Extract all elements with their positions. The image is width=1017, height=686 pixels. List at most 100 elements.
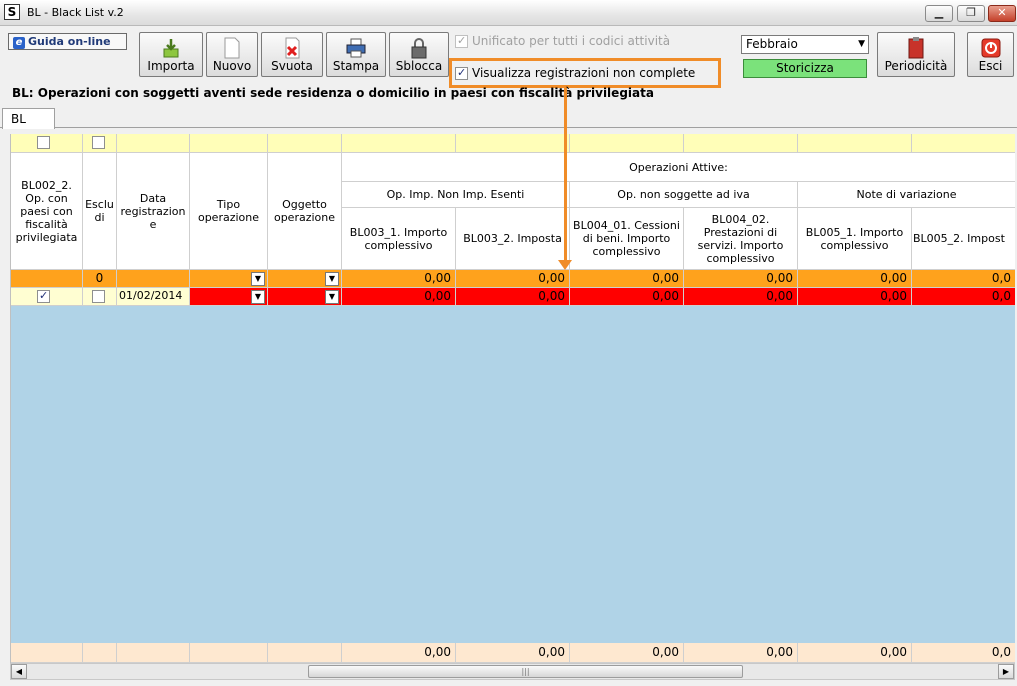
import-icon xyxy=(163,39,179,58)
chevron-down-icon[interactable]: ▼ xyxy=(325,272,339,286)
data-grid[interactable]: BL002_2. Op. con paesi con fiscalità pri… xyxy=(10,134,1015,663)
total-cell xyxy=(11,270,83,288)
total-count: 0 xyxy=(83,270,117,288)
chevron-down-icon[interactable]: ▼ xyxy=(251,290,265,304)
exit-icon xyxy=(981,38,1000,58)
printer-icon xyxy=(346,38,366,58)
total-oggetto-cell[interactable]: ▼ xyxy=(268,270,342,288)
header-group-note-variazione: Note di variazione xyxy=(798,182,1015,208)
unificato-label: Unificato per tutti i codici attività xyxy=(472,34,671,48)
footer-value: 0,00 xyxy=(570,643,684,663)
total-value: 0,00 xyxy=(798,270,912,288)
total-value: 0,00 xyxy=(456,270,570,288)
guida-label: Guida on-line xyxy=(28,35,111,48)
filter-cell xyxy=(798,134,912,153)
nuovo-label: Nuovo xyxy=(212,59,252,73)
row-value[interactable]: 0,00 xyxy=(684,288,798,306)
row-select-checkbox[interactable] xyxy=(37,289,50,303)
filter-cell xyxy=(117,134,190,153)
table-row-escludi-cell xyxy=(83,288,117,306)
header-bl003-2[interactable]: BL003_2. Imposta xyxy=(456,208,570,270)
row-value[interactable]: 0,0 xyxy=(912,288,1015,306)
filter-cell xyxy=(190,134,268,153)
header-escludi[interactable]: Esclu di xyxy=(83,153,117,270)
importa-label: Importa xyxy=(147,59,195,73)
footer-cell xyxy=(190,643,268,663)
footer-cell xyxy=(117,643,190,663)
book-icon xyxy=(908,37,924,59)
footer-cell xyxy=(11,643,83,663)
sblocca-label: Sblocca xyxy=(395,59,443,73)
row-date[interactable]: 01/02/2014 xyxy=(117,288,190,306)
sblocca-button[interactable]: Sblocca xyxy=(389,32,449,77)
unificato-checkbox[interactable] xyxy=(455,34,468,48)
guida-online-button[interactable]: e Guida on-line xyxy=(8,33,127,50)
header-group-esenti: Op. Imp. Non Imp. Esenti xyxy=(342,182,570,208)
footer-value: 0,00 xyxy=(684,643,798,663)
row-escludi-checkbox[interactable] xyxy=(92,290,105,303)
footer-value: 0,00 xyxy=(456,643,570,663)
footer-value: 0,0 xyxy=(912,643,1015,663)
minimize-button[interactable]: ▁ xyxy=(925,5,953,22)
scroll-left-icon[interactable]: ◀ xyxy=(11,664,27,679)
scroll-right-icon[interactable]: ▶ xyxy=(998,664,1014,679)
header-bl004-02[interactable]: BL004_02. Prestazioni di servizi. Import… xyxy=(684,208,798,270)
select-all-escludi-checkbox[interactable] xyxy=(92,136,105,149)
header-bl005-1[interactable]: BL005_1. Importo complessivo xyxy=(798,208,912,270)
unificato-option[interactable]: Unificato per tutti i codici attività xyxy=(455,34,670,48)
header-group-non-soggette: Op. non soggette ad iva xyxy=(570,182,798,208)
app-logo-icon: S xyxy=(4,4,20,20)
header-bl003-1[interactable]: BL003_1. Importo complessivo xyxy=(342,208,456,270)
footer-value: 0,00 xyxy=(798,643,912,663)
periodicita-button[interactable]: Periodicità xyxy=(877,32,955,77)
month-value: Febbraio xyxy=(746,37,798,51)
window-title: BL - Black List v.2 xyxy=(27,6,124,19)
total-cell xyxy=(117,270,190,288)
total-tipo-cell[interactable]: ▼ xyxy=(190,270,268,288)
periodicita-label: Periodicità xyxy=(884,59,948,73)
row-value[interactable]: 0,00 xyxy=(570,288,684,306)
chevron-down-icon[interactable]: ▼ xyxy=(325,290,339,304)
month-select[interactable]: Febbraio ▼ xyxy=(741,35,869,54)
tab-strip: BL xyxy=(0,107,1017,129)
header-bl002[interactable]: BL002_2. Op. con paesi con fiscalità pri… xyxy=(11,153,83,270)
svuota-button[interactable]: Svuota xyxy=(261,32,323,77)
header-tipo-operazione[interactable]: Tipo operazione xyxy=(190,153,268,270)
footer-cell xyxy=(268,643,342,663)
horizontal-scrollbar[interactable]: ◀ ||| ▶ xyxy=(10,663,1015,680)
select-all-checkbox[interactable] xyxy=(37,136,50,149)
footer-cell xyxy=(83,643,117,663)
stampa-button[interactable]: Stampa xyxy=(326,32,386,77)
importa-button[interactable]: Importa xyxy=(139,32,203,77)
esci-label: Esci xyxy=(978,59,1003,73)
scroll-thumb[interactable]: ||| xyxy=(308,665,743,678)
esci-button[interactable]: Esci xyxy=(967,32,1014,77)
chevron-down-icon[interactable]: ▼ xyxy=(251,272,265,286)
new-document-icon xyxy=(224,37,240,59)
chevron-down-icon: ▼ xyxy=(858,39,865,49)
title-bar: S BL - Black List v.2 ▁ ❐ ✕ xyxy=(0,0,1017,26)
header-bl005-2[interactable]: BL005_2. Impost xyxy=(912,208,1015,270)
visualizza-checkbox[interactable] xyxy=(455,66,468,80)
total-value: 0,00 xyxy=(684,270,798,288)
stampa-label: Stampa xyxy=(332,59,380,73)
visualizza-label: Visualizza registrazioni non complete xyxy=(472,66,696,80)
row-value[interactable]: 0,00 xyxy=(798,288,912,306)
lock-icon xyxy=(411,38,427,59)
storicizza-button[interactable]: Storicizza xyxy=(743,59,867,78)
header-data-registrazione[interactable]: Data registrazion e xyxy=(117,153,190,270)
close-button[interactable]: ✕ xyxy=(988,5,1016,22)
header-oggetto-operazione[interactable]: Oggetto operazione xyxy=(268,153,342,270)
header-bl004-01[interactable]: BL004_01. Cessioni di beni. Importo comp… xyxy=(570,208,684,270)
select-all-escludi-cell xyxy=(83,134,117,153)
row-tipo-cell[interactable]: ▼ xyxy=(190,288,268,306)
tab-bl[interactable]: BL xyxy=(2,108,55,129)
ie-icon: e xyxy=(13,37,25,49)
visualizza-option[interactable]: Visualizza registrazioni non complete xyxy=(455,66,695,80)
row-oggetto-cell[interactable]: ▼ xyxy=(268,288,342,306)
restore-button[interactable]: ❐ xyxy=(957,5,985,22)
nuovo-button[interactable]: Nuovo xyxy=(206,32,258,77)
row-value[interactable]: 0,00 xyxy=(342,288,456,306)
row-value[interactable]: 0,00 xyxy=(456,288,570,306)
clear-icon xyxy=(285,37,300,59)
